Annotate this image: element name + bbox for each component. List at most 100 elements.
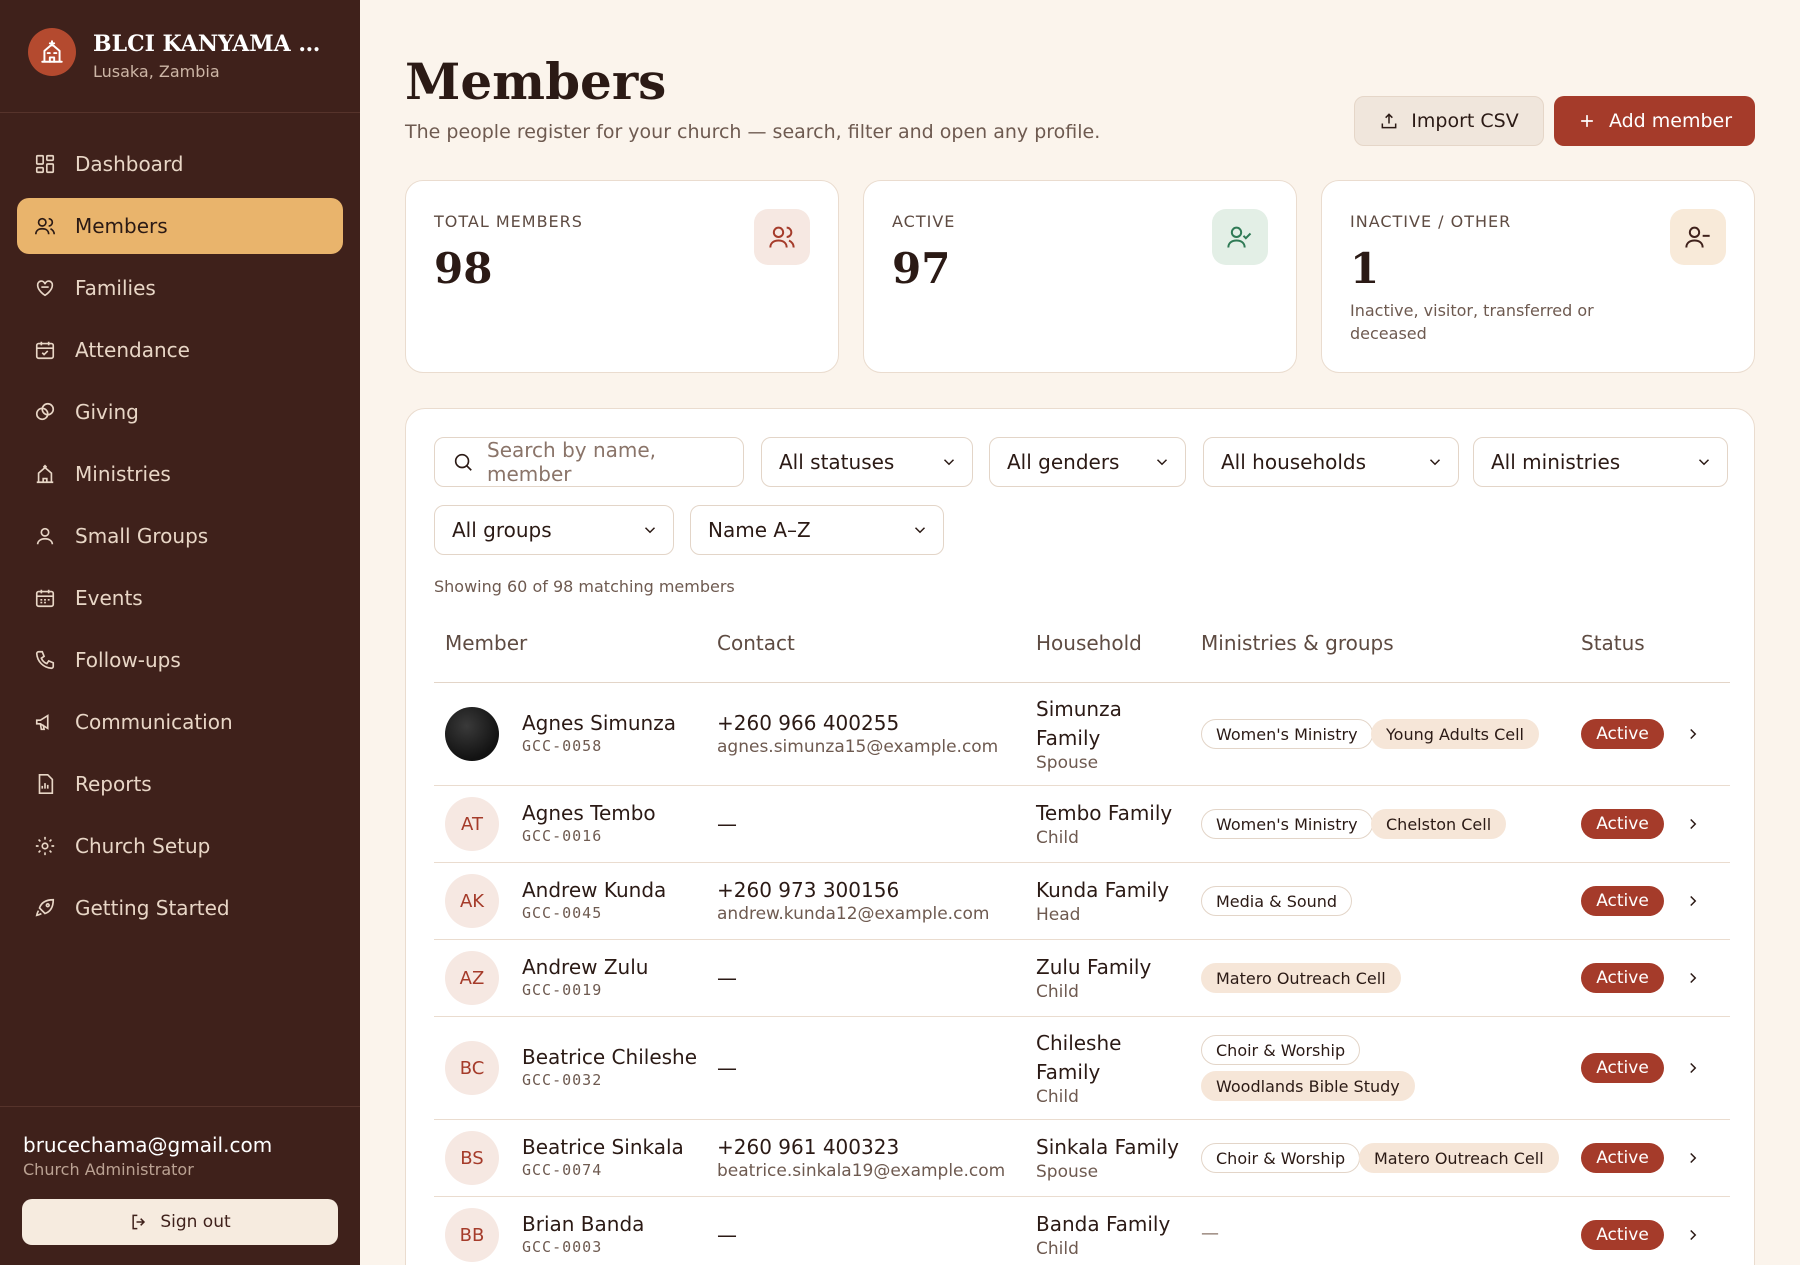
sidebar-item-events[interactable]: Events xyxy=(17,570,343,626)
group-tag: Matero Outreach Cell xyxy=(1201,963,1401,993)
household-filter[interactable]: All households xyxy=(1203,437,1459,487)
table-row[interactable]: AZ Andrew Zulu GCC-0019 — Zulu Family Ch… xyxy=(434,940,1730,1017)
member-phone: +260 973 300156 xyxy=(717,878,900,902)
chevron-right-icon[interactable] xyxy=(1684,1059,1702,1077)
church-logo-icon xyxy=(28,28,76,76)
ministry-tag: Choir & Worship xyxy=(1201,1035,1361,1065)
member-name[interactable]: Beatrice Chileshe xyxy=(522,1045,697,1069)
chevron-right-icon[interactable] xyxy=(1684,725,1702,743)
chevron-right-icon[interactable] xyxy=(1684,1226,1702,1244)
avatar xyxy=(445,707,499,761)
church-icon xyxy=(34,463,56,485)
users-icon xyxy=(34,215,56,237)
ministry-filter[interactable]: All ministries xyxy=(1473,437,1728,487)
search-icon xyxy=(452,451,474,473)
table-row[interactable]: BB Brian Banda GCC-0003 — Banda Family C… xyxy=(434,1197,1730,1265)
phone-icon xyxy=(34,649,56,671)
table-row[interactable]: BS Beatrice Sinkala GCC-0074 +260 961 40… xyxy=(434,1120,1730,1197)
member-code: GCC-0045 xyxy=(522,904,603,922)
chevron-right-icon[interactable] xyxy=(1684,969,1702,987)
member-email: beatrice.sinkala19@example.com xyxy=(717,1161,1006,1181)
household-name: Chileshe Family xyxy=(1036,1031,1122,1084)
search-input[interactable]: Search by name, member xyxy=(434,437,744,487)
brand-block: BLCI KANYAMA BR... Lusaka, Zambia xyxy=(0,0,360,113)
household-name: Simunza Family xyxy=(1036,697,1122,750)
chevron-down-icon xyxy=(1426,453,1444,471)
chevron-right-icon[interactable] xyxy=(1684,815,1702,833)
sidebar-item-label: Attendance xyxy=(75,338,190,362)
member-code: GCC-0019 xyxy=(522,981,603,999)
member-email: andrew.kunda12@example.com xyxy=(717,904,990,924)
group-tag: Woodlands Bible Study xyxy=(1201,1071,1415,1101)
stat-note: Inactive, visitor, transferred or deceas… xyxy=(1350,301,1594,343)
sidebar-item-small-groups[interactable]: Small Groups xyxy=(17,508,343,564)
plus-icon xyxy=(1577,111,1597,131)
ministry-filter-value: All ministries xyxy=(1491,450,1621,474)
sidebar-item-attendance[interactable]: Attendance xyxy=(17,322,343,378)
status-badge: Active xyxy=(1581,1053,1664,1083)
household-role: Head xyxy=(1036,905,1081,925)
sidebar-item-giving[interactable]: Giving xyxy=(17,384,343,440)
member-name[interactable]: Agnes Simunza xyxy=(522,711,676,735)
sidebar-item-church-setup[interactable]: Church Setup xyxy=(17,818,343,874)
household-role: Child xyxy=(1036,982,1079,1002)
group-filter[interactable]: All groups xyxy=(434,505,674,555)
stat-value: 98 xyxy=(434,244,493,293)
sign-out-button[interactable]: Sign out xyxy=(22,1199,338,1245)
chevron-right-icon[interactable] xyxy=(1684,1149,1702,1167)
group-filter-value: All groups xyxy=(452,518,552,542)
sidebar-item-members[interactable]: Members xyxy=(17,198,343,254)
groups-empty: — xyxy=(1201,1223,1219,1244)
sidebar-item-reports[interactable]: Reports xyxy=(17,756,343,812)
church-location: Lusaka, Zambia xyxy=(93,62,220,81)
table-row[interactable]: AK Andrew Kunda GCC-0045 +260 973 300156… xyxy=(434,863,1730,940)
member-code: GCC-0016 xyxy=(522,827,603,845)
sidebar-item-label: Reports xyxy=(75,772,152,796)
member-name[interactable]: Andrew Kunda xyxy=(522,878,666,902)
sidebar-item-follow-ups[interactable]: Follow-ups xyxy=(17,632,343,688)
import-csv-button[interactable]: Import CSV xyxy=(1354,96,1544,146)
sidebar-item-dashboard[interactable]: Dashboard xyxy=(17,136,343,192)
ministry-tag: Women's Ministry xyxy=(1201,809,1373,839)
add-member-label: Add member xyxy=(1608,110,1733,132)
gender-filter[interactable]: All genders xyxy=(989,437,1186,487)
ministry-tag: Media & Sound xyxy=(1201,886,1353,916)
sidebar-item-ministries[interactable]: Ministries xyxy=(17,446,343,502)
chevron-down-icon xyxy=(940,453,958,471)
user-email: brucechama@gmail.com xyxy=(23,1133,273,1157)
stat-label: TOTAL MEMBERS xyxy=(434,212,583,231)
household-role: Child xyxy=(1036,828,1079,848)
sidebar-item-families[interactable]: Families xyxy=(17,260,343,316)
sort-select[interactable]: Name A–Z xyxy=(690,505,944,555)
member-phone: +260 961 400323 xyxy=(717,1135,900,1159)
member-name[interactable]: Agnes Tembo xyxy=(522,801,656,825)
table-row[interactable]: AT Agnes Tembo GCC-0016 — Tembo Family C… xyxy=(434,786,1730,863)
sidebar-item-label: Getting Started xyxy=(75,896,230,920)
user-panel: brucechama@gmail.com Church Administrato… xyxy=(0,1106,360,1265)
user-minus-icon xyxy=(1670,209,1726,265)
member-name[interactable]: Andrew Zulu xyxy=(522,955,648,979)
table-row[interactable]: Agnes Simunza GCC-0058 +260 966 400255 a… xyxy=(434,683,1730,786)
sidebar-item-getting-started[interactable]: Getting Started xyxy=(17,880,343,936)
household-name: Tembo Family xyxy=(1036,801,1173,825)
household-name: Zulu Family xyxy=(1036,955,1152,979)
page-subtitle: The people register for your church — se… xyxy=(405,121,1101,143)
column-household: Household xyxy=(1036,631,1142,655)
column-contact: Contact xyxy=(717,631,795,655)
gear-icon xyxy=(34,835,56,857)
household-name: Kunda Family xyxy=(1036,878,1170,902)
chevron-down-icon xyxy=(641,521,659,539)
chevron-right-icon[interactable] xyxy=(1684,892,1702,910)
member-name[interactable]: Beatrice Sinkala xyxy=(522,1135,684,1159)
sidebar-item-communication[interactable]: Communication xyxy=(17,694,343,750)
member-name[interactable]: Brian Banda xyxy=(522,1212,644,1236)
group-tag: Chelston Cell xyxy=(1371,809,1507,839)
table-row[interactable]: BC Beatrice Chileshe GCC-0032 — Chileshe… xyxy=(434,1017,1730,1120)
status-filter[interactable]: All statuses xyxy=(761,437,973,487)
status-badge: Active xyxy=(1581,1143,1664,1173)
search-placeholder: Search by name, member xyxy=(487,438,657,486)
gender-filter-value: All genders xyxy=(1007,450,1120,474)
household-role: Spouse xyxy=(1036,1162,1099,1182)
status-badge: Active xyxy=(1581,809,1664,839)
add-member-button[interactable]: Add member xyxy=(1554,96,1755,146)
